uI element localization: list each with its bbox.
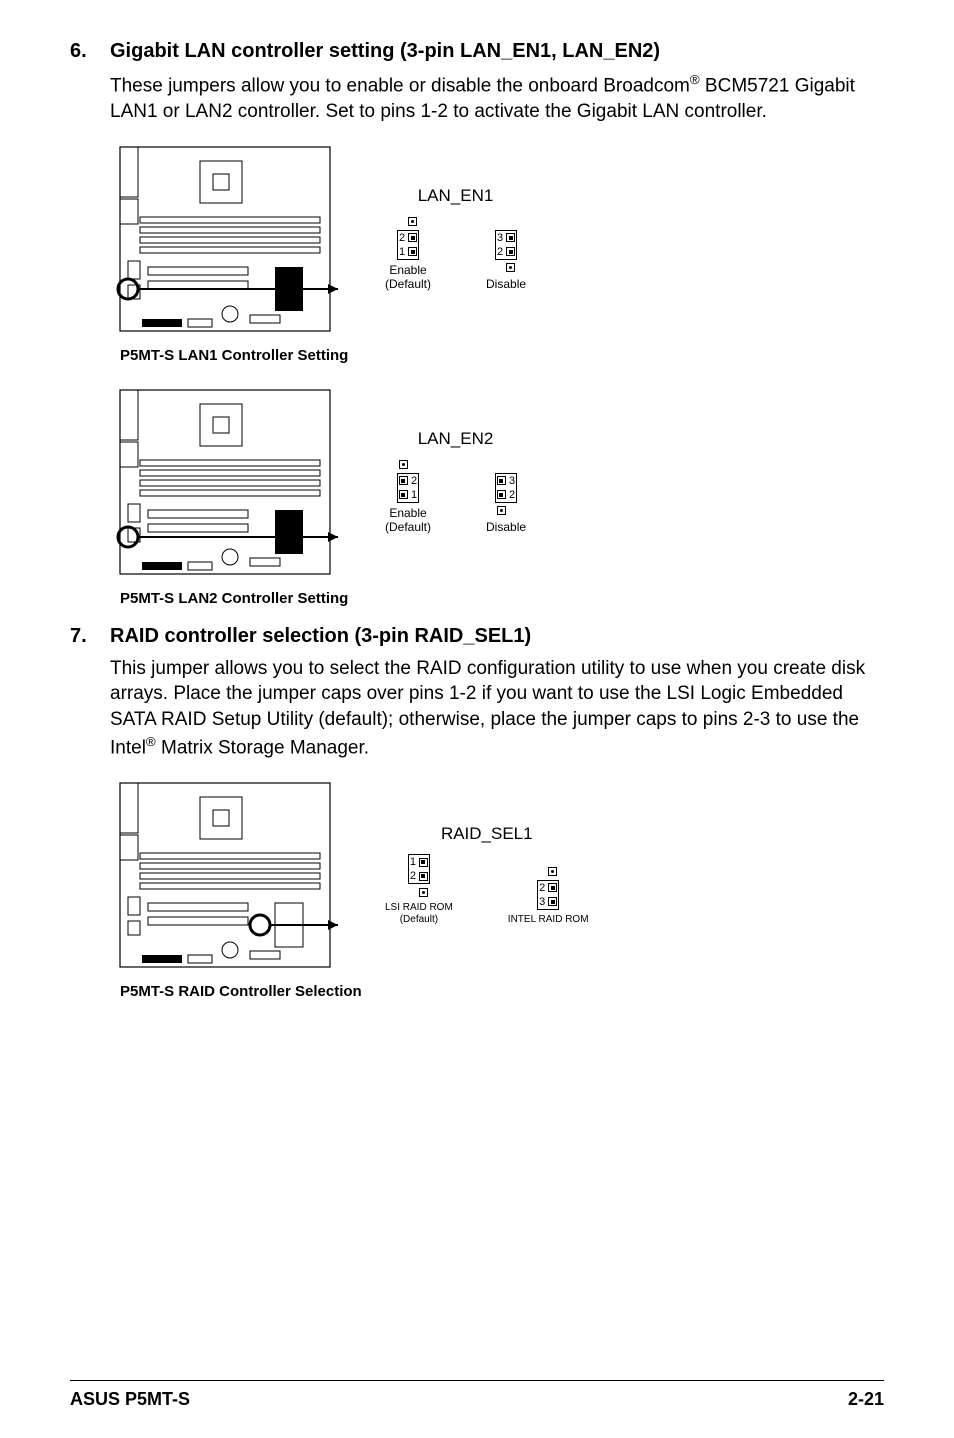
section-7-body: This jumper allows you to select the RAI… [110, 656, 884, 761]
jumper-raid-sel1: RAID_SEL1 1 2 3 LSI RAID ROM(Default) 1 [385, 824, 589, 925]
motherboard-illustration [110, 775, 345, 975]
jumper-lan-en1-enable: 3 2 1 Enable(Default) [385, 216, 431, 292]
section-6-title: Gigabit LAN controller setting (3-pin LA… [110, 40, 660, 63]
jumper-lan-en1-disable: 3 2 1 Disable [486, 230, 526, 292]
section-7-header: 7. RAID controller selection (3-pin RAID… [70, 625, 884, 648]
jumper-lan-en2-enable: 3 2 1 Enable(Default) [385, 459, 431, 535]
jumper-lan-en2-disable: 3 2 1 Disable [486, 473, 526, 535]
footer-left: ASUS P5MT-S [70, 1389, 190, 1410]
jumper-lan-en2-title: LAN_EN2 [418, 429, 494, 449]
diagram-raid: RAID_SEL1 1 2 3 LSI RAID ROM(Default) 1 [110, 775, 884, 1000]
section-6-body-pre: These jumpers allow you to enable or dis… [110, 75, 690, 96]
registered-symbol: ® [146, 734, 156, 749]
diagram-lan2-caption: P5MT-S LAN2 Controller Setting [120, 590, 884, 607]
diagram-lan2: LAN_EN2 3 2 1 Enable(Default) [110, 382, 884, 607]
jumper-lan-en1: LAN_EN1 3 2 1 Enable(Default) [385, 186, 526, 292]
section-6-body: These jumpers allow you to enable or dis… [110, 71, 884, 125]
section-7-number: 7. [70, 625, 110, 648]
page-footer: ASUS P5MT-S 2-21 [70, 1380, 884, 1410]
section-6-number: 6. [70, 40, 110, 63]
jumper-raid-lsi: 1 2 3 LSI RAID ROM(Default) [385, 854, 453, 925]
section-6-header: 6. Gigabit LAN controller setting (3-pin… [70, 40, 884, 63]
jumper-raid-sel1-title: RAID_SEL1 [441, 824, 533, 844]
diagram-lan1-caption: P5MT-S LAN1 Controller Setting [120, 347, 884, 364]
motherboard-illustration [110, 382, 345, 582]
footer-right: 2-21 [848, 1389, 884, 1410]
registered-symbol: ® [690, 72, 700, 87]
jumper-lan-en2: LAN_EN2 3 2 1 Enable(Default) [385, 429, 526, 535]
section-7-body-b: Matrix Storage Manager. [156, 737, 369, 758]
motherboard-illustration [110, 139, 345, 339]
jumper-lan-en1-title: LAN_EN1 [418, 186, 494, 206]
diagram-lan1: LAN_EN1 3 2 1 Enable(Default) [110, 139, 884, 364]
diagram-raid-caption: P5MT-S RAID Controller Selection [120, 983, 884, 1000]
section-7-title: RAID controller selection (3-pin RAID_SE… [110, 625, 531, 648]
jumper-raid-intel: 1 2 3 INTEL RAID ROM [508, 866, 589, 926]
